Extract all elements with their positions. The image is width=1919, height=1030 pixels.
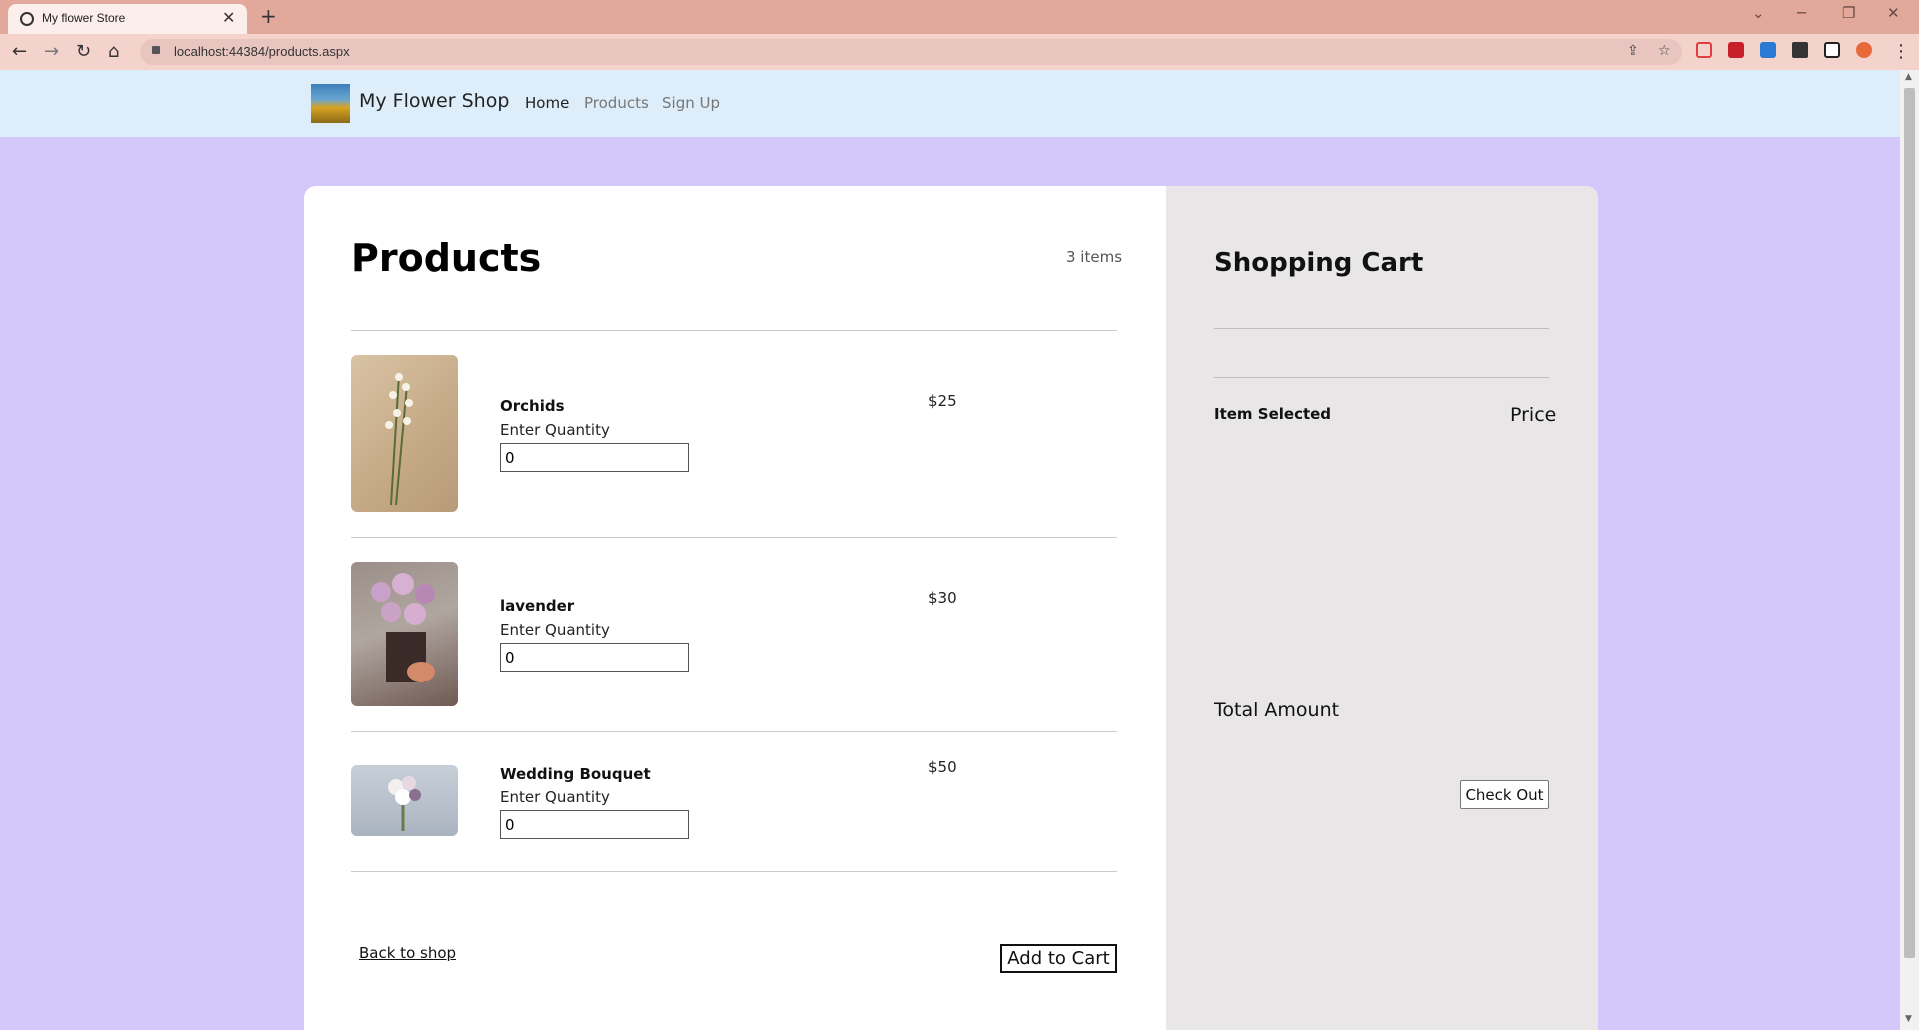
- brand-name[interactable]: My Flower Shop: [359, 90, 509, 112]
- scroll-down-arrow-icon[interactable]: ▼: [1905, 1014, 1912, 1024]
- address-bar[interactable]: localhost:44384/products.aspx ⇪ ☆: [140, 39, 1682, 65]
- shopping-cart-panel: Shopping Cart Item Selected Price Total …: [1166, 186, 1598, 1030]
- product-name: Wedding Bouquet: [500, 765, 651, 783]
- bookmark-star-icon[interactable]: ☆: [1658, 43, 1671, 59]
- quantity-label: Enter Quantity: [500, 621, 610, 639]
- puzzle-icon[interactable]: [1792, 42, 1808, 58]
- browser-menu-icon[interactable]: ⋮: [1892, 41, 1910, 62]
- product-image-lavender: [351, 562, 458, 706]
- nav-products[interactable]: Products: [584, 94, 649, 112]
- restore-button[interactable]: ❐: [1842, 4, 1855, 22]
- browser-tab[interactable]: My flower Store ✕: [8, 4, 247, 34]
- url-text[interactable]: localhost:44384/products.aspx: [174, 44, 350, 59]
- scroll-up-arrow-icon[interactable]: ▲: [1905, 72, 1912, 82]
- quantity-label: Enter Quantity: [500, 788, 610, 806]
- download-extension-icon[interactable]: [1760, 42, 1776, 58]
- add-to-cart-button[interactable]: Add to Cart: [1000, 944, 1117, 973]
- minimize-button[interactable]: ─: [1797, 4, 1806, 22]
- extension-icon[interactable]: [1696, 42, 1712, 58]
- globe-icon: [20, 12, 34, 26]
- page-scrollbar[interactable]: ▲ ▼: [1900, 70, 1919, 1030]
- reload-icon[interactable]: ↻: [76, 41, 91, 62]
- cart-column-item: Item Selected: [1214, 405, 1332, 423]
- divider: [1214, 377, 1549, 378]
- browser-toolbar: ← → ↻ ⌂ localhost:44384/products.aspx ⇪ …: [0, 34, 1919, 70]
- back-icon[interactable]: ←: [12, 41, 27, 62]
- cart-column-price: Price: [1510, 404, 1557, 426]
- items-count: 3 items: [1066, 248, 1123, 266]
- lily-flower-icon: [385, 373, 413, 506]
- product-image-orchids: [351, 355, 458, 512]
- close-window-button[interactable]: ✕: [1887, 4, 1900, 22]
- tab-title: My flower Store: [42, 11, 126, 25]
- tab-search-icon[interactable]: ⌄: [1752, 4, 1765, 22]
- extension-icon[interactable]: [1728, 42, 1744, 58]
- main-card: Products 3 items Orchids Enter Quantity …: [304, 186, 1598, 1030]
- new-tab-button[interactable]: +: [260, 4, 277, 28]
- quantity-input-lavender[interactable]: [500, 643, 689, 672]
- forward-icon[interactable]: →: [44, 41, 59, 62]
- quantity-input-wedding-bouquet[interactable]: [500, 810, 689, 839]
- site-navbar: My Flower Shop Home Products Sign Up: [0, 70, 1900, 137]
- page-title: Products: [351, 236, 542, 280]
- check-out-button[interactable]: Check Out: [1460, 780, 1549, 809]
- quantity-input-orchids[interactable]: [500, 443, 689, 472]
- browser-tab-bar: My flower Store ✕ + ⌄ ─ ❐ ✕: [0, 0, 1919, 34]
- shop-logo[interactable]: [311, 84, 350, 123]
- divider: [351, 330, 1117, 331]
- nav-home[interactable]: Home: [525, 94, 569, 112]
- side-panel-icon[interactable]: [1824, 42, 1840, 58]
- bouquet-icon: [371, 573, 435, 682]
- share-icon[interactable]: ⇪: [1627, 43, 1639, 59]
- wedding-bouquet-icon: [388, 776, 421, 831]
- profile-avatar[interactable]: [1856, 42, 1872, 58]
- divider: [351, 731, 1117, 732]
- total-amount-label: Total Amount: [1214, 699, 1340, 721]
- home-icon[interactable]: ⌂: [108, 41, 119, 62]
- scroll-thumb[interactable]: [1904, 88, 1915, 958]
- cart-title: Shopping Cart: [1214, 248, 1424, 278]
- lock-icon: [152, 46, 160, 54]
- nav-sign-up[interactable]: Sign Up: [662, 94, 720, 112]
- divider: [1214, 328, 1549, 329]
- product-price: $30: [928, 589, 957, 607]
- product-name: lavender: [500, 597, 575, 615]
- quantity-label: Enter Quantity: [500, 421, 610, 439]
- divider: [351, 871, 1117, 872]
- product-price: $50: [928, 758, 957, 776]
- divider: [351, 537, 1117, 538]
- product-price: $25: [928, 392, 957, 410]
- close-tab-icon[interactable]: ✕: [222, 8, 235, 27]
- back-to-shop-link[interactable]: Back to shop: [359, 944, 456, 962]
- product-name: Orchids: [500, 397, 565, 415]
- product-image-wedding-bouquet: [351, 765, 458, 836]
